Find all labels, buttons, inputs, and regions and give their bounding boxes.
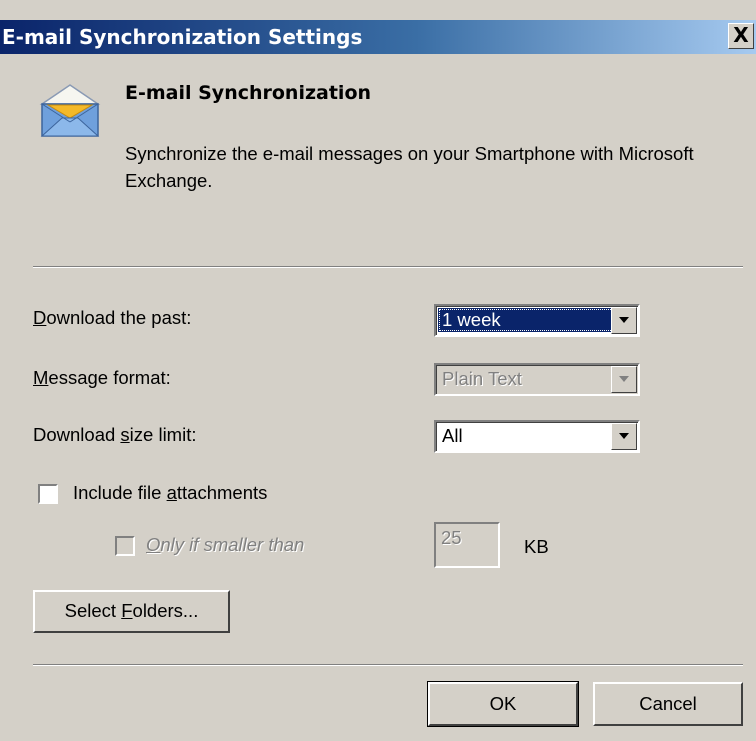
close-icon: X bbox=[733, 23, 749, 47]
title-bar[interactable]: E-mail Synchronization Settings X bbox=[0, 20, 756, 54]
header-description: Synchronize the e-mail messages on your … bbox=[125, 143, 694, 191]
message-format-value: Plain Text bbox=[442, 368, 522, 389]
download-size-limit-dropdown-button[interactable] bbox=[611, 423, 637, 450]
window-title: E-mail Synchronization Settings bbox=[2, 25, 363, 49]
size-unit-label: KB bbox=[524, 536, 549, 557]
header-title: E-mail Synchronization bbox=[125, 82, 372, 104]
footer-separator bbox=[33, 664, 743, 666]
chevron-down-icon bbox=[619, 376, 629, 382]
email-sync-settings-dialog: E-mail Synchronization Settings X E-mail… bbox=[0, 0, 756, 741]
include-attachments-checkbox[interactable] bbox=[38, 484, 58, 504]
download-past-dropdown-button[interactable] bbox=[611, 307, 637, 334]
ok-button[interactable]: OK bbox=[427, 681, 579, 727]
cancel-button[interactable]: Cancel bbox=[593, 682, 743, 726]
download-past-value: 1 week bbox=[438, 308, 614, 332]
only-if-smaller-label[interactable]: Only if smaller than bbox=[146, 534, 304, 556]
envelope-icon bbox=[39, 84, 101, 137]
message-format-dropdown-button[interactable] bbox=[611, 366, 637, 393]
download-past-dropdown[interactable]: 1 week bbox=[434, 304, 640, 337]
chevron-down-icon bbox=[619, 433, 629, 439]
download-past-label: Download the past: bbox=[33, 307, 192, 328]
download-size-limit-label: Download size limit: bbox=[33, 424, 197, 445]
only-if-smaller-checkbox[interactable] bbox=[115, 536, 135, 556]
chevron-down-icon bbox=[619, 317, 629, 323]
message-format-dropdown[interactable]: Plain Text bbox=[434, 363, 640, 396]
download-size-limit-value: All bbox=[442, 425, 463, 446]
header-separator bbox=[33, 266, 743, 268]
select-folders-button[interactable]: Select Folders... bbox=[33, 590, 230, 633]
close-button[interactable]: X bbox=[728, 23, 754, 49]
download-size-limit-dropdown[interactable]: All bbox=[434, 420, 640, 453]
include-attachments-label[interactable]: Include file attachments bbox=[73, 482, 267, 504]
attachment-size-input[interactable]: 25 bbox=[434, 522, 500, 568]
message-format-label: Message format: bbox=[33, 367, 171, 388]
